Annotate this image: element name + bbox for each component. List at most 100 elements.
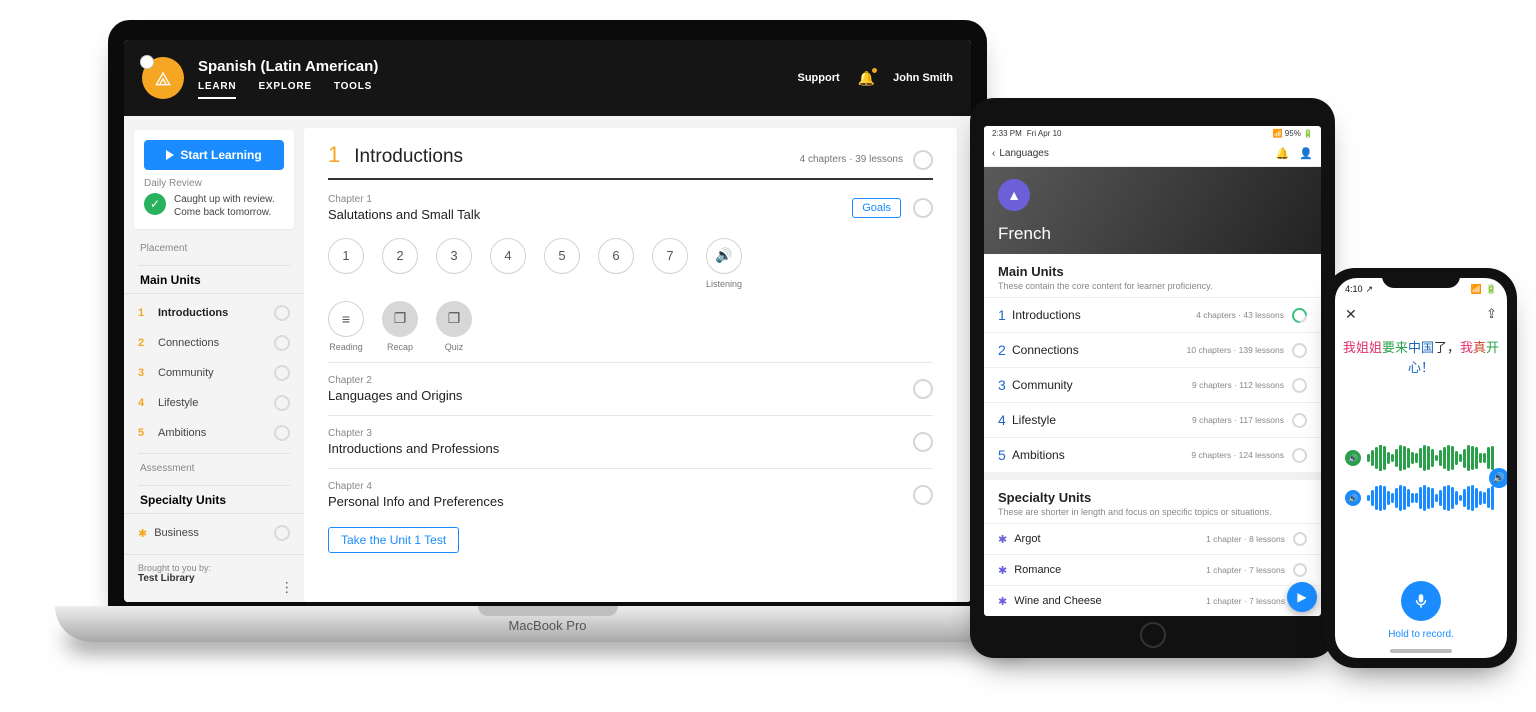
tab-explore[interactable]: EXPLORE xyxy=(258,81,311,99)
course-title: Spanish (Latin American) xyxy=(198,58,378,75)
tab-learn[interactable]: LEARN xyxy=(198,81,236,99)
play-user-button[interactable]: 🔊 xyxy=(1345,490,1361,506)
tab-tools[interactable]: TOOLS xyxy=(334,81,372,99)
star-icon: ✱ xyxy=(138,527,147,540)
laptop-hinge-notch xyxy=(478,606,618,616)
bell-icon[interactable]: 🔔 xyxy=(1276,147,1290,160)
tablet-device: 2:33 PMFri Apr 10 📶 95% 🔋 ‹Languages 🔔👤 … xyxy=(970,98,1335,658)
tablet-spec-romance[interactable]: ✱Romance1 chapter · 7 lessons xyxy=(984,554,1321,585)
record-area: Hold to record. xyxy=(1335,569,1507,658)
sidebar-unit-1[interactable]: 1Introductions xyxy=(124,298,304,328)
laptop-base: MacBook Pro xyxy=(55,606,1040,642)
profile-icon[interactable]: 👤 xyxy=(1299,147,1313,160)
laptop-brand-label: MacBook Pro xyxy=(55,618,1040,633)
tablet-home-button[interactable] xyxy=(1140,622,1166,648)
placement-label: Placement xyxy=(124,239,304,260)
listening-lesson[interactable]: 🔊 xyxy=(706,238,742,274)
share-icon[interactable]: ⇪ xyxy=(1486,306,1497,322)
phone-screen: 4:10↗ 📶🔋 ✕ ⇪ 我姐姐要来中国了，我真开心！ 🔊 🔊 🔊 Hold t… xyxy=(1335,278,1507,658)
sidebar-start-panel: Start Learning Daily Review ✓ Caught up … xyxy=(134,130,294,229)
lesson-3[interactable]: 3 xyxy=(436,238,472,274)
sidebar-unit-5[interactable]: 5Ambitions xyxy=(124,418,304,448)
laptop-screen: Spanish (Latin American) LEARN EXPLORE T… xyxy=(124,40,971,602)
record-button[interactable] xyxy=(1401,581,1441,621)
lesson-circles-row: 1 2 3 4 5 6 7 🔊 Listening xyxy=(328,238,933,289)
waveform-area: 🔊 🔊 🔊 xyxy=(1335,387,1507,569)
chevron-left-icon: ‹ xyxy=(992,148,995,159)
unit-name: Introductions xyxy=(354,146,463,168)
daily-review-text: Caught up with review. Come back tomorro… xyxy=(174,193,284,219)
waveform-reference xyxy=(1367,445,1497,471)
waveform-user xyxy=(1367,485,1497,511)
practice-sentence: 我姐姐要来中国了，我真开心！ xyxy=(1335,328,1507,387)
course-icon[interactable] xyxy=(142,57,184,99)
tablet-unit-5[interactable]: 5Ambitions9 chapters · 124 lessons xyxy=(984,437,1321,472)
main-content: 1 Introductions 4 chapters · 39 lessons … xyxy=(304,128,957,602)
sidebar-unit-4[interactable]: 4Lifestyle xyxy=(124,388,304,418)
tablet-main-units-section: Main Units These contain the core conten… xyxy=(984,254,1321,297)
chapter-3[interactable]: Chapter 3Introductions and Professions xyxy=(328,415,933,468)
star-icon: ✱ xyxy=(998,595,1007,608)
app-header: Spanish (Latin American) LEARN EXPLORE T… xyxy=(124,40,971,116)
tablet-unit-3[interactable]: 3Community9 chapters · 112 lessons xyxy=(984,367,1321,402)
lesson-5[interactable]: 5 xyxy=(544,238,580,274)
activity-reading[interactable]: ≡Reading xyxy=(328,301,364,352)
chapter-1-name: Salutations and Small Talk xyxy=(328,207,852,222)
hero-title: French xyxy=(998,224,1051,244)
star-icon: ✱ xyxy=(998,533,1007,546)
tablet-screen: 2:33 PMFri Apr 10 📶 95% 🔋 ‹Languages 🔔👤 … xyxy=(984,126,1321,616)
user-name[interactable]: John Smith xyxy=(893,72,953,84)
quiz-icon: ❐ xyxy=(436,301,472,337)
unit-meta: 4 chapters · 39 lessons xyxy=(800,154,903,165)
lesson-7[interactable]: 7 xyxy=(652,238,688,274)
tablet-spec-wine[interactable]: ✱Wine and Cheese1 chapter · 7 lessons xyxy=(984,585,1321,616)
specialty-heading: Specialty Units xyxy=(124,491,304,514)
start-learning-button[interactable]: Start Learning xyxy=(144,140,284,170)
phone-notch xyxy=(1382,268,1460,288)
bell-icon[interactable]: 🔔 xyxy=(858,70,875,87)
goals-button[interactable]: Goals xyxy=(852,198,901,218)
lesson-4[interactable]: 4 xyxy=(490,238,526,274)
support-link[interactable]: Support xyxy=(798,72,840,84)
tablet-hero: ▲ French xyxy=(984,167,1321,255)
chapter-progress-ring xyxy=(913,198,933,218)
tablet-specialty-section: Specialty Units These are shorter in len… xyxy=(984,480,1321,523)
back-button[interactable]: ‹Languages xyxy=(992,148,1049,159)
chapter-4[interactable]: Chapter 4Personal Info and Preferences xyxy=(328,468,933,521)
unit-number: 1 xyxy=(328,142,340,168)
tablet-unit-2[interactable]: 2Connections10 chapters · 139 lessons xyxy=(984,332,1321,367)
lesson-6[interactable]: 6 xyxy=(598,238,634,274)
home-indicator xyxy=(1390,649,1452,653)
play-fab[interactable]: ▶ xyxy=(1287,582,1317,612)
play-reference-button[interactable]: 🔊 xyxy=(1345,450,1361,466)
close-icon[interactable]: ✕ xyxy=(1345,306,1357,323)
unit-test-button[interactable]: Take the Unit 1 Test xyxy=(328,527,459,553)
sidebar-specialty-business[interactable]: ✱Business xyxy=(124,518,304,548)
activity-quiz[interactable]: ❐Quiz xyxy=(436,301,472,352)
compare-audio-button[interactable]: 🔊 xyxy=(1489,468,1507,488)
unit-progress-ring xyxy=(913,150,933,170)
lesson-1[interactable]: 1 xyxy=(328,238,364,274)
more-icon[interactable]: ⋯ xyxy=(279,581,296,595)
check-icon: ✓ xyxy=(144,193,166,215)
tablet-unit-1[interactable]: 1Introductions4 chapters · 43 lessons xyxy=(984,297,1321,332)
main-units-heading: Main Units xyxy=(124,271,304,294)
phone-top-bar: ✕ ⇪ xyxy=(1335,300,1507,328)
play-icon xyxy=(166,150,174,160)
tablet-topbar: ‹Languages 🔔 👤 xyxy=(984,141,1321,166)
tablet-unit-4[interactable]: 4Lifestyle9 chapters · 117 lessons xyxy=(984,402,1321,437)
activity-recap[interactable]: ❐Recap xyxy=(382,301,418,352)
lesson-2[interactable]: 2 xyxy=(382,238,418,274)
sidebar-footer: Brought to you by:Test Library xyxy=(124,554,304,584)
chapter-2[interactable]: Chapter 2Languages and Origins xyxy=(328,362,933,415)
chapter-1-label: Chapter 1 xyxy=(328,194,852,205)
sidebar-unit-2[interactable]: 2Connections xyxy=(124,328,304,358)
daily-review-label: Daily Review xyxy=(144,178,284,189)
tablet-spec-argot[interactable]: ✱Argot1 chapter · 8 lessons xyxy=(984,523,1321,554)
course-icon: ▲ xyxy=(998,179,1030,211)
tablet-status-bar: 2:33 PMFri Apr 10 📶 95% 🔋 xyxy=(984,126,1321,141)
laptop-screen-frame: Spanish (Latin American) LEARN EXPLORE T… xyxy=(108,20,987,610)
star-icon: ✱ xyxy=(998,564,1007,577)
reading-icon: ≡ xyxy=(328,301,364,337)
sidebar-unit-3[interactable]: 3Community xyxy=(124,358,304,388)
